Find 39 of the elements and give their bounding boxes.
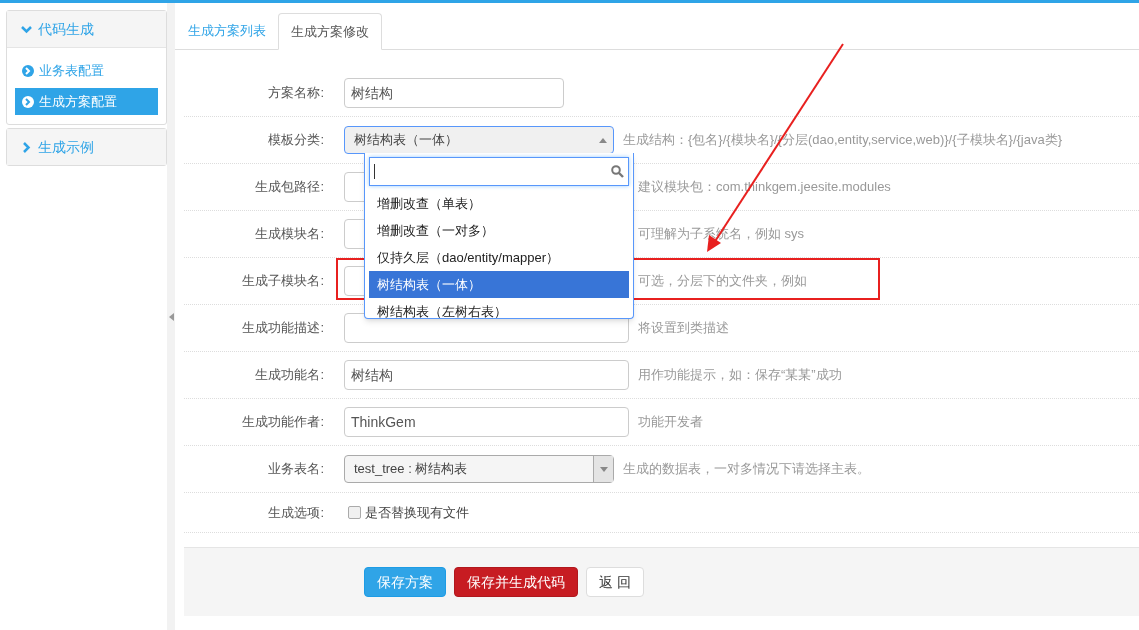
- dropdown-option[interactable]: 增删改查（一对多）: [369, 217, 629, 244]
- button[interactable]: 保存并生成代码: [454, 567, 578, 597]
- search-icon: [611, 165, 624, 178]
- chevron-down-icon: [21, 23, 32, 35]
- field-label: 模板分类:: [267, 131, 325, 150]
- field-label: 生成包路径:: [254, 178, 325, 197]
- input-field[interactable]: ThinkGem: [344, 407, 629, 437]
- help-text: 可选，分层下的文件夹，例如: [638, 272, 807, 291]
- chevron-right-icon: [21, 141, 32, 153]
- button[interactable]: 返 回: [586, 567, 644, 597]
- dropdown-option[interactable]: 树结构表（左树右表）: [369, 298, 629, 318]
- checkbox-label: 是否替换现有文件: [365, 503, 469, 522]
- help-text: 用作功能提示，如：保存“某某”成功: [638, 366, 842, 385]
- field-label: 生成功能作者:: [241, 413, 325, 432]
- input-field[interactable]: 树结构: [344, 78, 564, 108]
- input-field[interactable]: 树结构: [344, 360, 629, 390]
- field-label: 方案名称:: [267, 84, 325, 103]
- tab[interactable]: 生成方案修改: [278, 13, 382, 50]
- dropdown-option[interactable]: 增删改查（单表）: [369, 190, 629, 217]
- checkbox[interactable]: [348, 506, 361, 519]
- circle-arrow-icon: [22, 64, 34, 77]
- search-field[interactable]: [369, 157, 629, 186]
- select-field[interactable]: test_tree : 树结构表: [344, 455, 614, 483]
- dropdown-option[interactable]: 树结构表（一体）: [369, 271, 629, 298]
- select-field[interactable]: 树结构表（一体）: [344, 126, 614, 154]
- circle-arrow-icon: [22, 95, 34, 108]
- field-label: 生成功能名:: [254, 366, 325, 385]
- help-text: 将设置到类描述: [638, 319, 729, 338]
- field-label: 生成子模块名:: [241, 272, 325, 291]
- dropdown-option[interactable]: 仅持久层（dao/entity/mapper）: [369, 244, 629, 271]
- caret-down-icon: [599, 466, 608, 472]
- collapse-arrow-icon[interactable]: [168, 312, 174, 321]
- field-label: 生成功能描述:: [241, 319, 325, 338]
- caret-up-icon: [599, 137, 607, 143]
- help-text: 功能开发者: [638, 413, 703, 432]
- field-label: 业务表名:: [267, 460, 325, 479]
- field-label: 生成模块名:: [254, 225, 325, 244]
- text-cursor: [374, 164, 375, 179]
- field-label: 生成选项:: [267, 503, 325, 522]
